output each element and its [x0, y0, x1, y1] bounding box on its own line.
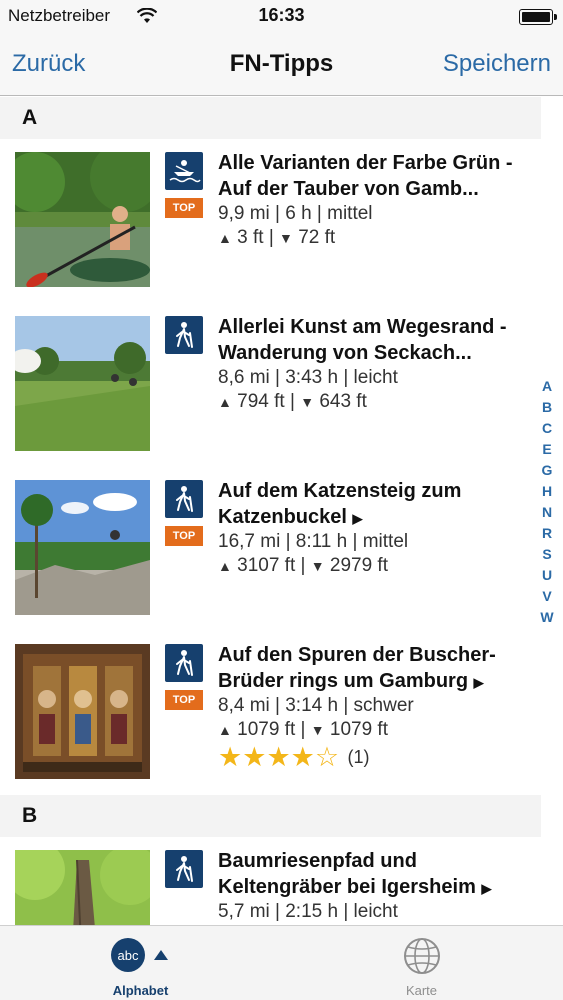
- index-letter[interactable]: G: [537, 462, 557, 483]
- tour-thumbnail: [15, 850, 150, 925]
- index-letter[interactable]: C: [537, 420, 557, 441]
- tour-row[interactable]: TOP Auf dem Katzensteig zum Katzenbuckel…: [0, 467, 541, 631]
- ascent-value: 794 ft: [237, 391, 285, 412]
- index-letter[interactable]: H: [537, 483, 557, 504]
- index-letter[interactable]: U: [537, 567, 557, 588]
- hiking-icon: [165, 644, 203, 682]
- ascent-icon: ▲: [218, 558, 232, 574]
- alphabet-index[interactable]: A B C E G H N R S U V W: [537, 378, 557, 630]
- ascent-value: 3 ft: [237, 227, 264, 248]
- descent-icon: ▼: [310, 558, 325, 574]
- tour-title: Allerlei Kunst am Wegesrand - Wanderung …: [218, 316, 507, 364]
- svg-text:abc: abc: [117, 948, 138, 963]
- tour-elevation: ▲ 1079 ft | ▼ 1079 ft: [218, 719, 388, 740]
- tour-thumbnail: [15, 316, 150, 451]
- tour-row[interactable]: Baumriesenpfad und Keltengräber bei Iger…: [0, 837, 541, 925]
- status-bar: Netzbetreiber 16:33: [0, 0, 563, 34]
- ascent-value: 3107 ft: [237, 555, 296, 576]
- hiking-icon: [165, 316, 203, 354]
- top-badge: TOP: [165, 198, 203, 218]
- tab-alphabet[interactable]: abc Alphabet: [0, 926, 281, 1000]
- index-letter[interactable]: S: [537, 546, 557, 567]
- save-button[interactable]: Speichern: [443, 50, 551, 78]
- tour-row[interactable]: TOP Auf den Spuren der Buscher-Brüder ri…: [0, 631, 541, 795]
- tab-map-label: Karte: [405, 983, 438, 998]
- index-letter[interactable]: E: [537, 441, 557, 462]
- ascent-icon: ▲: [218, 230, 232, 246]
- tour-stats: 16,7 mi | 8:11 h | mittel: [218, 531, 409, 552]
- tour-thumbnail: [15, 644, 150, 779]
- tour-row[interactable]: Allerlei Kunst am Wegesrand - Wanderung …: [0, 303, 541, 467]
- tour-thumbnail: [15, 480, 150, 615]
- tour-stats: 5,7 mi | 2:15 h | leicht: [218, 901, 398, 922]
- descent-value: 1079 ft: [329, 719, 388, 740]
- tour-elevation: ▲ 794 ft | ▼ 643 ft: [218, 391, 367, 412]
- descent-icon: ▼: [279, 230, 293, 246]
- index-letter[interactable]: A: [537, 378, 557, 399]
- star-full-icon: ★: [218, 742, 243, 772]
- abc-icon: abc: [110, 938, 168, 972]
- star-full-icon: ★: [290, 742, 315, 772]
- battery-icon: [519, 9, 557, 25]
- rating-count: (1): [347, 746, 370, 767]
- star-rating: ★★★★☆ (1): [218, 742, 370, 772]
- hiking-icon: [165, 480, 203, 518]
- hiking-icon: [165, 850, 203, 888]
- canoe-icon: [165, 152, 203, 190]
- play-arrow-icon: ▶: [481, 881, 492, 896]
- index-letter[interactable]: R: [537, 525, 557, 546]
- tour-title: Alle Varianten der Farbe Grün - Auf der …: [218, 152, 513, 200]
- descent-icon: ▼: [300, 394, 315, 410]
- navigation-bar: Zurück FN-Tipps Speichern: [0, 34, 563, 96]
- section-header-b: B: [0, 795, 541, 837]
- tour-stats: 9,9 mi | 6 h | mittel: [218, 203, 373, 224]
- star-full-icon: ★: [266, 742, 291, 772]
- tour-title: Auf dem Katzensteig zum Katzenbuckel ▶: [218, 480, 462, 528]
- index-letter[interactable]: V: [537, 588, 557, 609]
- play-arrow-icon: ▶: [473, 675, 484, 690]
- top-badge: TOP: [165, 690, 203, 710]
- tour-stats: 8,4 mi | 3:14 h | schwer: [218, 695, 414, 716]
- play-arrow-icon: ▶: [352, 511, 363, 526]
- status-time: 16:33: [258, 5, 305, 25]
- descent-value: 643 ft: [319, 391, 367, 412]
- tour-elevation: ▲ 3107 ft | ▼ 2979 ft: [218, 555, 388, 576]
- tour-title: Auf den Spuren der Buscher-Brüder rings …: [218, 644, 496, 692]
- tour-stats: 8,6 mi | 3:43 h | leicht: [218, 367, 398, 388]
- tab-bar: abc Alphabet Karte: [0, 925, 563, 1000]
- descent-value: 2979 ft: [329, 555, 388, 576]
- tour-list[interactable]: A TOP Alle Varianten der Farbe Grün - Au…: [0, 97, 563, 925]
- descent-icon: ▼: [310, 722, 325, 738]
- ascent-icon: ▲: [218, 394, 232, 410]
- star-empty-icon: ☆: [314, 742, 340, 772]
- ascent-value: 1079 ft: [237, 719, 296, 740]
- tab-alphabet-label: Alphabet: [112, 983, 169, 998]
- section-header-a: A: [0, 97, 541, 139]
- ascent-icon: ▲: [218, 722, 232, 738]
- descent-value: 72 ft: [298, 227, 336, 248]
- globe-icon: [403, 938, 440, 974]
- index-letter[interactable]: N: [537, 504, 557, 525]
- index-letter[interactable]: W: [537, 609, 557, 630]
- tab-map[interactable]: Karte: [281, 926, 562, 1000]
- index-letter[interactable]: B: [537, 399, 557, 420]
- tour-elevation: ▲ 3 ft | ▼ 72 ft: [218, 227, 336, 248]
- tour-thumbnail: [15, 152, 150, 287]
- tour-title: Baumriesenpfad und Keltengräber bei Iger…: [218, 850, 492, 898]
- star-full-icon: ★: [242, 742, 267, 772]
- top-badge: TOP: [165, 526, 203, 546]
- tour-row[interactable]: TOP Alle Varianten der Farbe Grün - Auf …: [0, 139, 541, 303]
